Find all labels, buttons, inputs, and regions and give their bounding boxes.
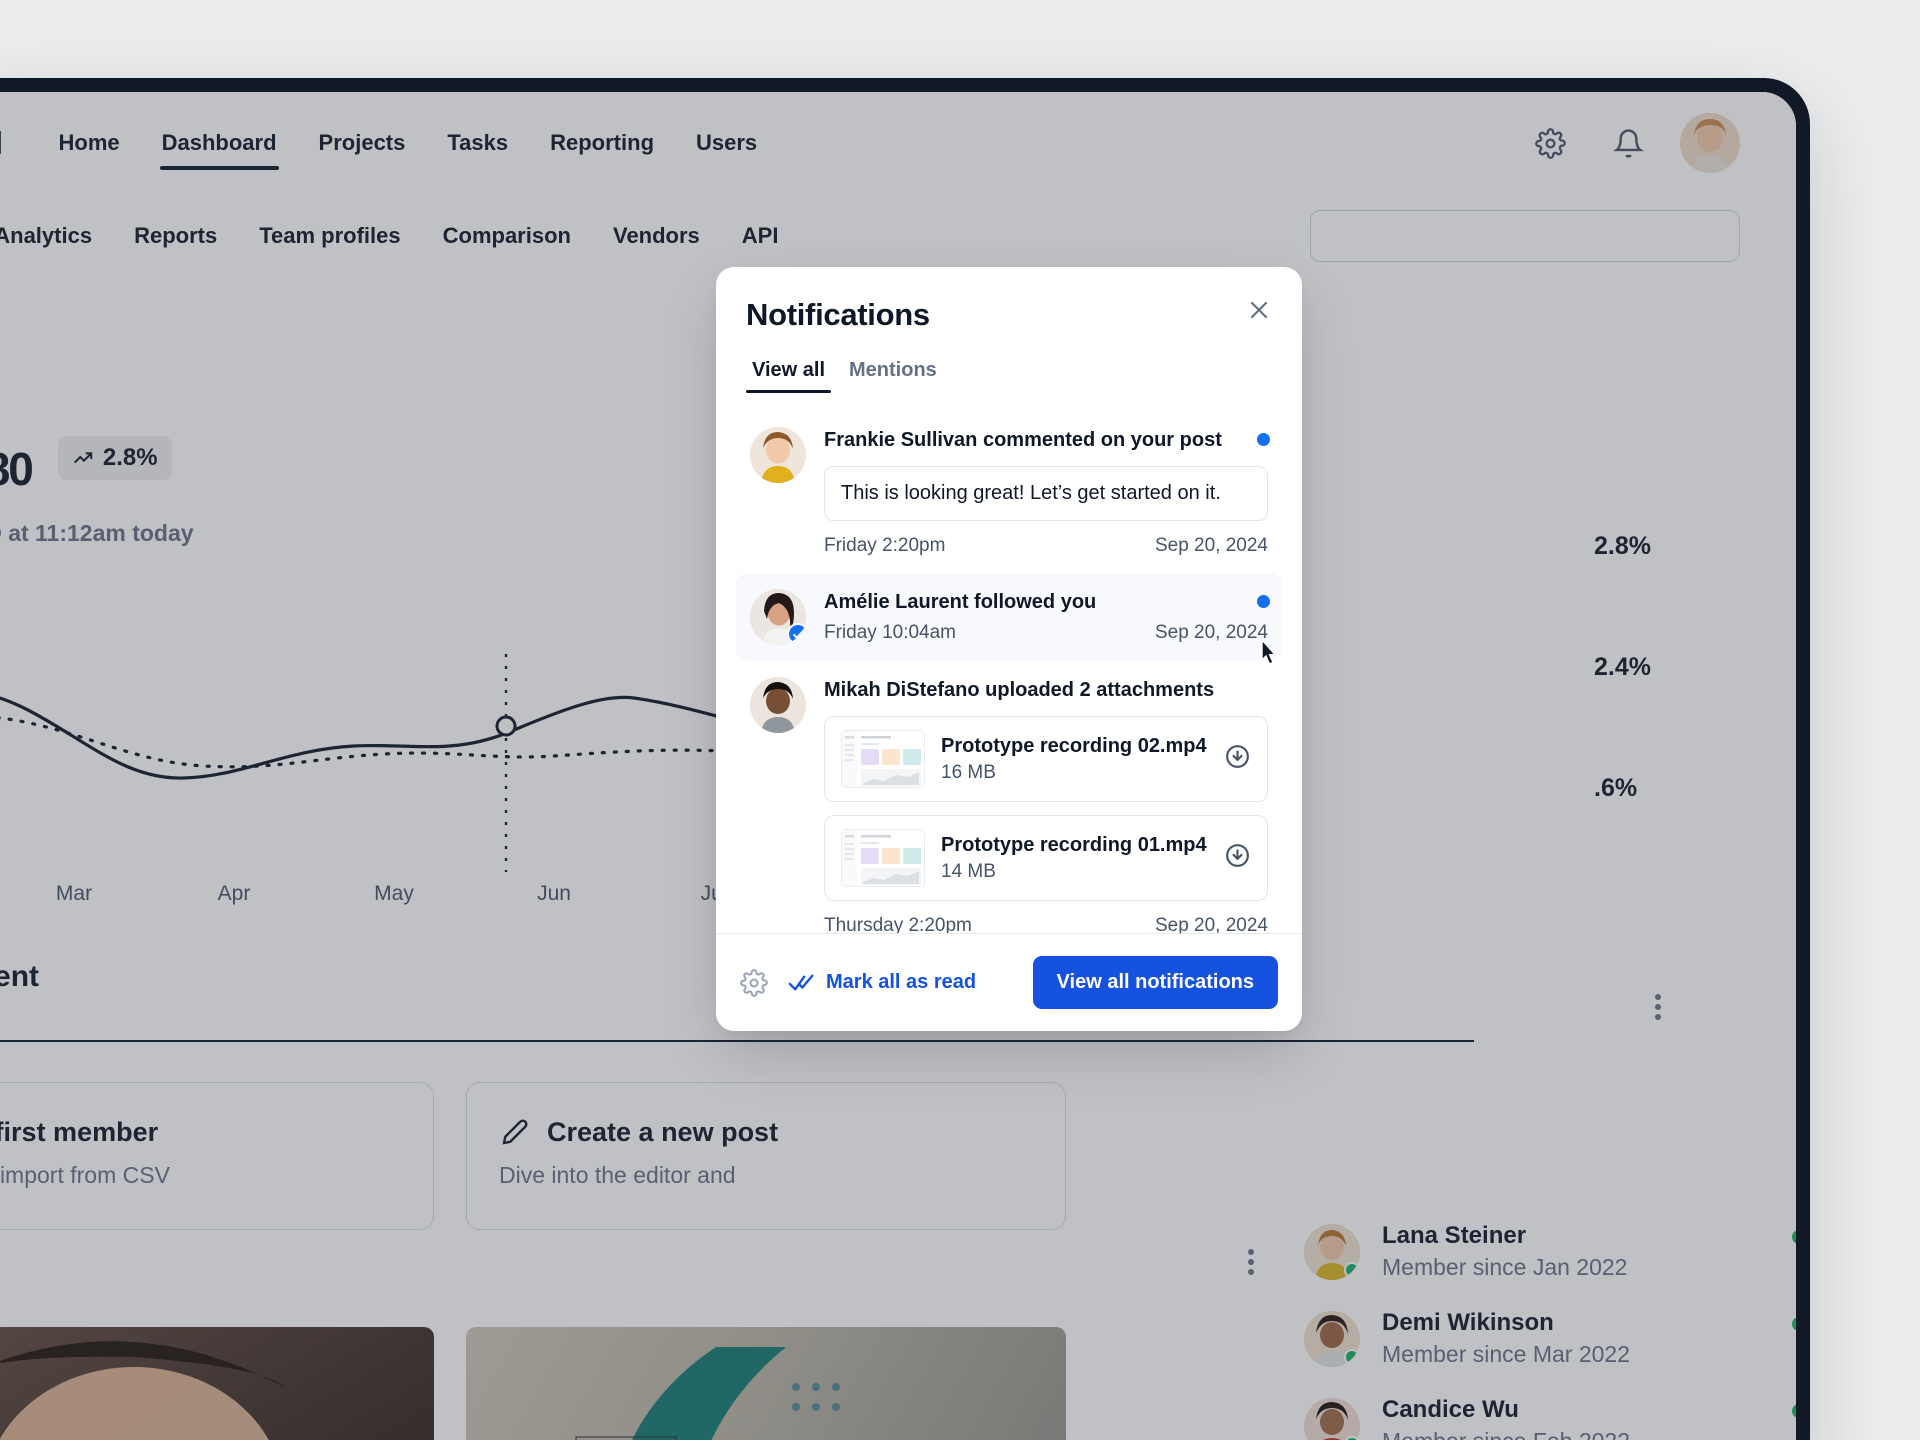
notification-body: Frankie Sullivan commented on your post … [824,427,1268,557]
gear-icon[interactable] [740,969,768,997]
modal-tabs: View all Mentions [746,355,1272,393]
notification-title: Frankie Sullivan commented on your post [824,427,1268,453]
tab-view-all[interactable]: View all [746,355,831,393]
notifications-list: Frankie Sullivan commented on your post … [716,393,1302,933]
unread-indicator [1257,595,1270,608]
notification-item[interactable]: Mikah DiStefano uploaded 2 attachments [736,661,1282,933]
download-icon[interactable] [1224,743,1251,775]
modal-title: Notifications [746,297,1272,333]
notification-title: Mikah DiStefano uploaded 2 attachments [824,677,1268,703]
attachment-row[interactable]: Prototype recording 01.mp4 14 MB [824,815,1268,901]
attachment-info: Prototype recording 01.mp4 14 MB [941,834,1208,883]
verified-badge-icon [787,623,806,645]
notification-body: Amélie Laurent followed you Friday 10:04… [824,589,1268,645]
attachment-row[interactable]: Prototype recording 02.mp4 16 MB [824,716,1268,802]
device-screen: titled UI Home Dashboard Projects Tasks … [0,92,1796,1440]
notification-time: Friday 2:20pm [824,535,945,557]
notification-time: Thursday 2:20pm [824,915,972,933]
modal-header: Notifications View all Mentions [716,267,1302,393]
close-icon[interactable] [1238,289,1280,331]
notification-item[interactable]: Frankie Sullivan commented on your post … [736,411,1282,573]
mark-all-as-read-button[interactable]: Mark all as read [788,971,976,994]
notification-meta: Friday 2:20pm Sep 20, 2024 [824,535,1268,557]
notification-date: Sep 20, 2024 [1155,535,1268,557]
view-all-notifications-button[interactable]: View all notifications [1033,956,1278,1009]
notification-item[interactable]: Amélie Laurent followed you Friday 10:04… [736,573,1282,661]
mark-all-as-read-label: Mark all as read [826,971,976,994]
attachment-thumbnail [841,730,925,788]
notification-body: Mikah DiStefano uploaded 2 attachments [824,677,1268,933]
download-icon[interactable] [1224,842,1251,874]
notification-date: Sep 20, 2024 [1155,915,1268,933]
unread-indicator [1257,433,1270,446]
attachment-size: 16 MB [941,762,1208,784]
notification-meta: Friday 10:04am Sep 20, 2024 [824,622,1268,644]
attachment-name: Prototype recording 02.mp4 [941,735,1208,758]
double-check-icon [788,973,815,993]
notification-time: Friday 10:04am [824,622,956,644]
avatar [750,677,806,733]
attachment-name: Prototype recording 01.mp4 [941,834,1208,857]
avatar [750,589,806,645]
notification-quote: This is looking great! Let’s get started… [824,466,1268,521]
attachment-size: 14 MB [941,861,1208,883]
attachment-info: Prototype recording 02.mp4 16 MB [941,735,1208,784]
avatar [750,427,806,483]
notifications-modal: Notifications View all Mentions [716,267,1302,1031]
notification-meta: Thursday 2:20pm Sep 20, 2024 [824,915,1268,933]
tab-mentions[interactable]: Mentions [843,355,943,393]
mouse-cursor [1252,637,1282,678]
modal-footer: Mark all as read View all notifications [716,933,1302,1031]
attachment-thumbnail [841,829,925,887]
notification-title: Amélie Laurent followed you [824,589,1268,615]
device-frame: titled UI Home Dashboard Projects Tasks … [0,78,1810,1440]
